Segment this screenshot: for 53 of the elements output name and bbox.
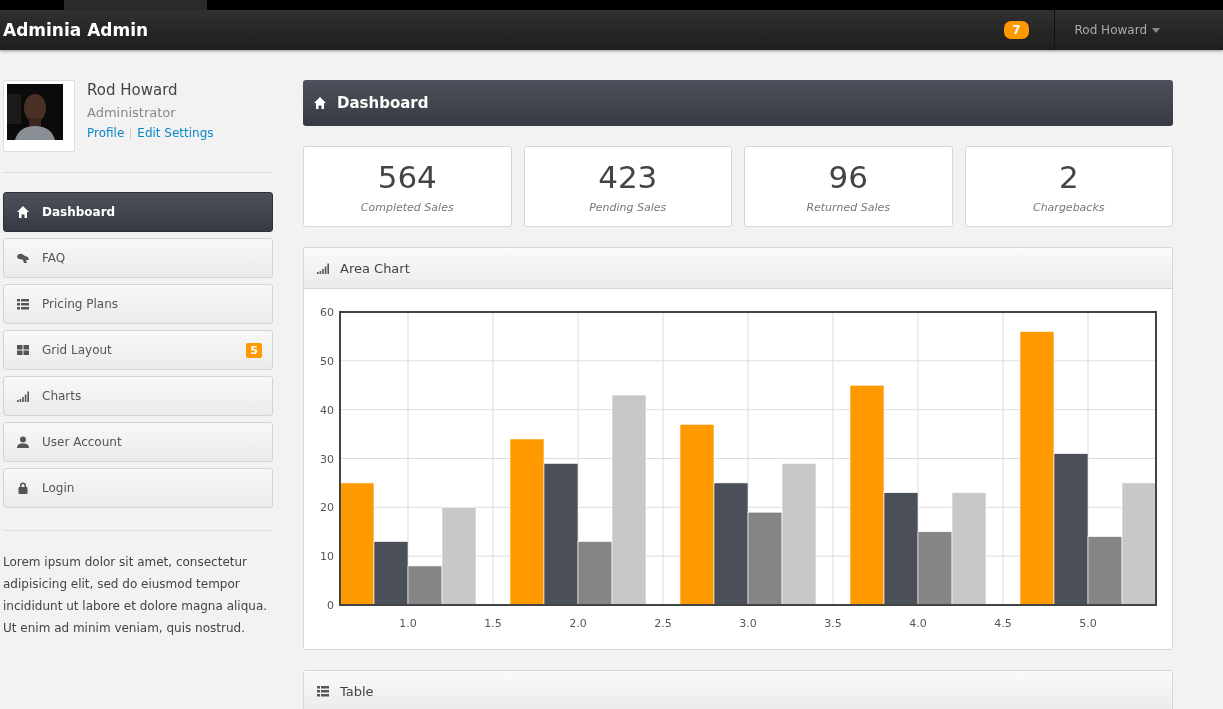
count-badge: 5 (246, 342, 262, 358)
axis-tick-label: 20 (320, 501, 334, 515)
axis-tick-label: 3.0 (739, 617, 757, 630)
signal-bars-icon (316, 261, 330, 275)
axis-tick-label: 4.5 (994, 617, 1012, 630)
stat-value: 96 (828, 159, 868, 195)
stat-value: 564 (377, 159, 437, 195)
axis-tick-label: 40 (320, 403, 334, 417)
axis-tick-label: 2.0 (569, 617, 587, 630)
lock-icon (16, 481, 30, 495)
panel-title: Area Chart (340, 260, 410, 276)
home-icon (313, 96, 327, 110)
axis-tick-label: 60 (320, 306, 334, 319)
page-title: Dashboard (337, 94, 429, 112)
user-icon (16, 435, 30, 449)
stat-label: Returned Sales (806, 201, 891, 214)
sidebar-item[interactable]: Pricing Plans (3, 284, 273, 324)
axis-tick-label: 2.5 (654, 617, 672, 630)
axis-tick-label: 30 (320, 452, 334, 466)
sidebar-item[interactable]: Login (3, 468, 273, 508)
list-icon (16, 297, 30, 311)
caret-icon (1152, 27, 1160, 33)
animal-icon (16, 251, 30, 265)
axis-tick-label: 10 (320, 550, 334, 564)
signal-bars-icon (16, 389, 30, 403)
sidebar-item[interactable]: FAQ (3, 238, 273, 278)
axis-tick-label: 4.0 (909, 617, 927, 630)
stat-value: 2 (1058, 159, 1079, 195)
profile-link[interactable]: Edit Settings (137, 126, 214, 140)
home-icon (16, 205, 30, 219)
axis-tick-label: 50 (320, 354, 334, 368)
stat-label: Completed Sales (360, 201, 454, 214)
user-menu[interactable]: Rod Howard (1053, 10, 1223, 50)
panel-title: Table (340, 683, 374, 699)
stat-label: Pending Sales (589, 201, 667, 214)
profile-name: Rod Howard (87, 81, 179, 99)
axis-tick-label: 1.0 (399, 617, 417, 630)
sidebar-item[interactable]: Grid Layout 5 (3, 330, 273, 370)
sidebar-item[interactable]: Charts (3, 376, 273, 416)
axis-tick-label: 1.5 (484, 617, 502, 630)
profile-link[interactable]: Profile (87, 126, 125, 140)
sidebar-item[interactable]: User Account (3, 422, 273, 462)
about-text: Lorem ipsum dolor sit amet, consectetur adipisicing elit, sed do eiusmod tempor incididunt ut labore et dolore magna aliqua. Ut enim ad minim veniam, quis nostrud. (3, 554, 269, 637)
brand-title[interactable]: Adminia Admin (3, 20, 1005, 40)
grid-icon (16, 343, 30, 357)
stat-value: 423 (598, 159, 658, 195)
profile-role: Administrator (87, 105, 177, 120)
axis-tick-label: 5.0 (1079, 617, 1097, 630)
axis-tick-label: 3.5 (824, 617, 842, 630)
sidebar-item[interactable]: Dashboard (3, 192, 273, 232)
axis-tick-label: 0 (327, 599, 334, 612)
list-icon (316, 684, 330, 698)
stat-label: Chargebacks (1032, 201, 1105, 214)
